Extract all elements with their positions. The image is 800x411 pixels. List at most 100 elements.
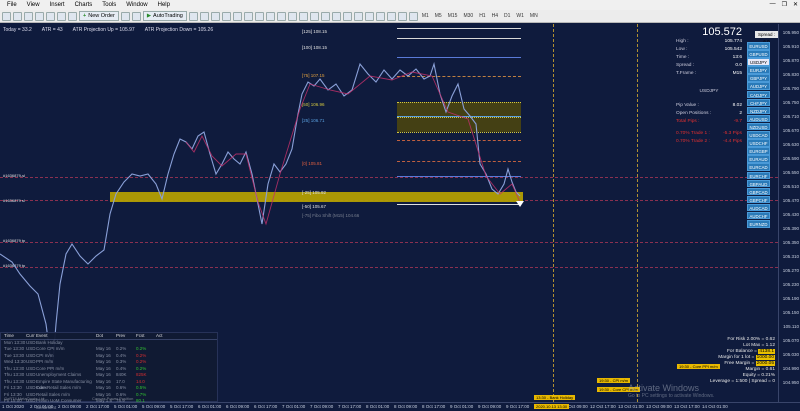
pair-button-eurgbp[interactable]: EURGBP bbox=[747, 147, 770, 155]
timeframe-m1[interactable]: M1 bbox=[420, 13, 431, 19]
profiles-icon[interactable] bbox=[13, 11, 22, 21]
price-tick: 104.990 bbox=[782, 366, 799, 371]
data-window-icon[interactable] bbox=[35, 11, 44, 21]
cursor-icon[interactable] bbox=[309, 11, 319, 21]
menu-view[interactable]: View bbox=[22, 2, 45, 8]
pair-button-usdchf[interactable]: USDCHF bbox=[747, 139, 770, 147]
pair-button-gbpcad[interactable]: GBPCAD bbox=[747, 187, 770, 196]
menu-charts[interactable]: Charts bbox=[70, 2, 98, 8]
vertical-line-icon[interactable] bbox=[331, 11, 341, 21]
pair-button-gbpaud[interactable]: GBPAUD bbox=[747, 179, 770, 188]
arrows-icon[interactable] bbox=[408, 11, 418, 21]
market-watch-icon[interactable] bbox=[24, 11, 33, 21]
autotrading-icon: ▶ bbox=[146, 13, 152, 19]
navigator-icon[interactable] bbox=[46, 11, 55, 21]
calendar-event-box[interactable]: 19:30 - Core PPI m/m bbox=[677, 364, 720, 369]
pair-button-cadjpy[interactable]: CADJPY bbox=[747, 90, 770, 99]
menu-tools[interactable]: Tools bbox=[97, 2, 121, 8]
window-controls: — ❐ ✕ bbox=[770, 1, 798, 8]
time-tick: 13 Oct 01:00 bbox=[618, 404, 644, 409]
signals-icon[interactable] bbox=[131, 11, 141, 21]
watermark-title: Activate Windows bbox=[628, 383, 700, 393]
pair-button-eurcad[interactable]: EURCAD bbox=[747, 163, 770, 171]
trendline-icon[interactable] bbox=[353, 11, 363, 21]
spread-box[interactable]: Spread : 6.0 bbox=[755, 31, 778, 44]
pair-button-audchf[interactable]: AUDCHF bbox=[747, 211, 770, 220]
bar-chart-icon[interactable] bbox=[188, 11, 198, 21]
pair-button-gbpusd[interactable]: GBPUSD bbox=[747, 50, 770, 58]
pair-button-nzdjpy[interactable]: NZDJPY bbox=[747, 106, 770, 115]
news-actual bbox=[156, 398, 176, 411]
calendar-event-box[interactable]: 19:30 - CPI m/m bbox=[597, 378, 631, 383]
time-tick: 6 Oct 17:00 bbox=[254, 404, 278, 409]
pair-button-eurchf[interactable]: EURCHF bbox=[747, 171, 770, 179]
autotrading-button[interactable]: ▶ AutoTrading bbox=[142, 11, 187, 21]
zoom-in-icon[interactable] bbox=[221, 11, 231, 21]
indicators-icon[interactable] bbox=[276, 11, 286, 21]
timeframe-w1[interactable]: W1 bbox=[514, 13, 526, 19]
price-scale[interactable]: 105.950 105.910 105.870 105.830 105.790 … bbox=[778, 24, 800, 402]
price-tick: 105.830 bbox=[782, 72, 799, 77]
pair-button-audcad[interactable]: AUDCAD bbox=[747, 203, 770, 212]
timeframe-mn[interactable]: MN bbox=[528, 13, 540, 19]
tile-windows-icon[interactable] bbox=[243, 11, 253, 21]
activate-windows-watermark: Activate Windows Go to PC settings to ac… bbox=[628, 383, 714, 399]
pair-button-usdjpy[interactable]: USDJPY bbox=[747, 58, 770, 66]
strategy-tester-icon[interactable] bbox=[68, 11, 77, 21]
timeframe-m15[interactable]: M15 bbox=[446, 13, 460, 19]
symbol-info-panel: 105.572 High : 105.774 Low : 105.542 Time … bbox=[672, 26, 748, 146]
crosshair-icon[interactable] bbox=[320, 11, 330, 21]
pair-button-gbpchf[interactable]: GBPCHF bbox=[747, 195, 770, 204]
time-row: Time : 13:6 bbox=[672, 54, 748, 62]
restore-icon[interactable]: ❐ bbox=[782, 1, 787, 8]
spread-label: Spread : bbox=[676, 63, 695, 68]
zoom-out-icon[interactable] bbox=[232, 11, 242, 21]
timeframe-h1[interactable]: H1 bbox=[477, 13, 487, 19]
menu-insert[interactable]: Insert bbox=[45, 2, 70, 8]
templates-icon[interactable] bbox=[298, 11, 308, 21]
pair-button-gbpjpy[interactable]: GBPJPY bbox=[747, 74, 770, 82]
pair-button-audjpy[interactable]: AUDJPY bbox=[747, 82, 770, 90]
close-icon[interactable]: ✕ bbox=[793, 1, 798, 8]
pair-button-eurnzd[interactable]: EURNZD bbox=[747, 220, 770, 228]
menu-help[interactable]: Help bbox=[153, 2, 175, 8]
autoscroll-icon[interactable] bbox=[254, 11, 264, 21]
periods-icon[interactable] bbox=[287, 11, 297, 21]
risk-value: 0.62 bbox=[765, 337, 775, 342]
label-icon[interactable] bbox=[397, 11, 407, 21]
time-tick: 12 Oct 17:00 bbox=[590, 404, 616, 409]
pair-button-chfjpy[interactable]: CHFJPY bbox=[747, 98, 770, 107]
menu-file[interactable]: File bbox=[2, 2, 22, 8]
equidistant-channel-icon[interactable] bbox=[364, 11, 374, 21]
timeframe-m30[interactable]: M30 bbox=[461, 13, 475, 19]
fibonacci-icon[interactable] bbox=[375, 11, 385, 21]
terminal-icon[interactable] bbox=[57, 11, 66, 21]
metaeditor-icon[interactable] bbox=[120, 11, 130, 21]
chart-shift-icon[interactable] bbox=[265, 11, 275, 21]
margin-value: 0.61 bbox=[765, 367, 775, 372]
pair-button-euraud[interactable]: EURAUD bbox=[747, 155, 770, 163]
pair-button-audusd[interactable]: AUDUSD bbox=[747, 114, 770, 123]
new-chart-icon[interactable] bbox=[2, 11, 11, 21]
timeframe-d1[interactable]: D1 bbox=[502, 13, 512, 19]
open-positions-value: 2 bbox=[739, 111, 742, 116]
trade2-label: 0.70% Trade 2 : bbox=[676, 139, 710, 144]
pair-button-eurjpy[interactable]: EURJPY bbox=[747, 66, 770, 74]
pair-button-usdcad[interactable]: USDCAD bbox=[747, 131, 770, 139]
low-value: 105.542 bbox=[724, 47, 742, 52]
menu-window[interactable]: Window bbox=[121, 2, 152, 8]
text-icon[interactable] bbox=[386, 11, 396, 21]
new-order-button[interactable]: + New Order bbox=[79, 11, 119, 21]
candle-chart-icon[interactable] bbox=[199, 11, 209, 21]
timeframe-m5[interactable]: M5 bbox=[433, 13, 444, 19]
pair-button-eurusd[interactable]: EURUSD bbox=[747, 42, 770, 50]
line-chart-icon[interactable] bbox=[210, 11, 220, 21]
watermark-subtitle: Go to PC settings to activate Windows. bbox=[628, 393, 715, 399]
pair-button-nzdusd[interactable]: NZDUSD bbox=[747, 122, 770, 131]
minimize-icon[interactable]: — bbox=[770, 1, 776, 8]
calendar-event-box[interactable]: 13:30 - Bank Holiday bbox=[534, 395, 576, 400]
timeframe-h4[interactable]: H4 bbox=[490, 13, 500, 19]
symbol-row: USDJPY bbox=[672, 88, 748, 96]
horizontal-line-icon[interactable] bbox=[342, 11, 352, 21]
time-tick: 8 Oct 01:00 bbox=[366, 404, 390, 409]
